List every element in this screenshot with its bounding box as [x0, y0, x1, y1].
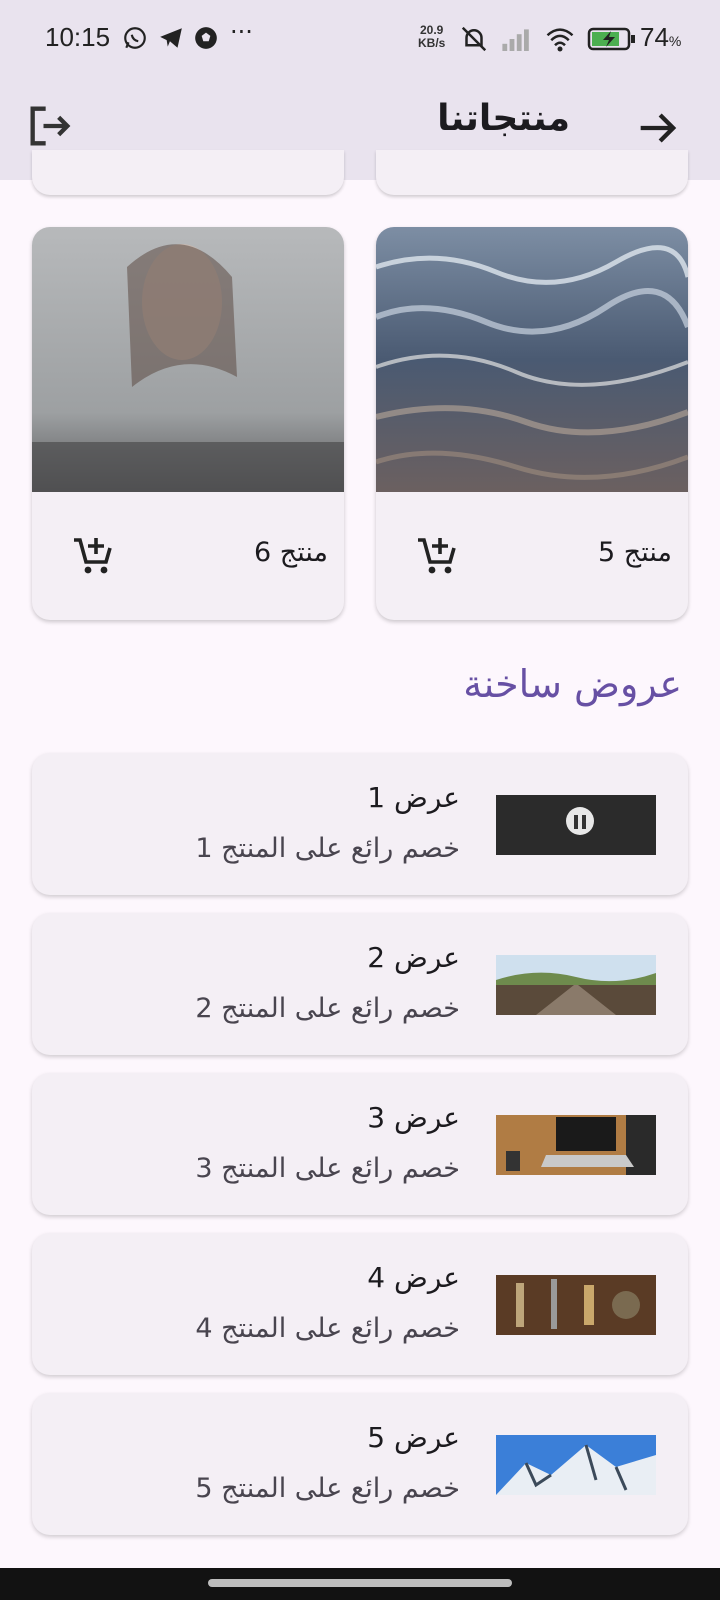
offer-subtitle: خصم رائع على المنتج 4: [195, 1313, 460, 1344]
offer-subtitle: خصم رائع على المنتج 2: [195, 993, 460, 1024]
page-title: منتجاتنا: [437, 98, 570, 139]
product-image: [376, 227, 688, 492]
product-card[interactable]: منتج 6: [32, 227, 344, 620]
offer-card[interactable]: عرض 1 خصم رائع على المنتج 1: [32, 753, 688, 895]
offer-card[interactable]: عرض 3 خصم رائع على المنتج 3: [32, 1073, 688, 1215]
offer-title: عرض 5: [367, 1421, 460, 1454]
muted-bell-icon: [461, 26, 487, 52]
home-gesture-handle[interactable]: [208, 1579, 512, 1587]
offer-image: [496, 1115, 656, 1175]
offer-title: عرض 1: [367, 781, 460, 814]
offer-subtitle: خصم رائع على المنتج 3: [195, 1153, 460, 1184]
status-time: 10:15: [45, 22, 111, 52]
offer-subtitle: خصم رائع على المنتج 5: [195, 1473, 460, 1504]
offer-image: [496, 1275, 656, 1335]
arrow-forward-icon[interactable]: [632, 102, 684, 154]
offer-card[interactable]: عرض 5 خصم رائع على المنتج 5: [32, 1393, 688, 1535]
product-name: منتج 5: [598, 537, 672, 568]
section-title: عروض ساخنة: [463, 662, 682, 706]
offer-image: [496, 795, 656, 855]
offer-title: عرض 2: [367, 941, 460, 974]
product-name: منتج 6: [254, 537, 328, 568]
add-to-cart-icon[interactable]: [414, 532, 462, 580]
product-card-partial[interactable]: [376, 150, 688, 195]
wifi-icon: [546, 28, 574, 52]
offer-subtitle: خصم رائع على المنتج 1: [195, 833, 460, 864]
offer-image: [496, 1435, 656, 1495]
offer-card[interactable]: عرض 4 خصم رائع على المنتج 4: [32, 1233, 688, 1375]
offer-card[interactable]: عرض 2 خصم رائع على المنتج 2: [32, 913, 688, 1055]
telegram-icon: [160, 28, 182, 48]
signal-icon: [502, 29, 529, 51]
battery-charging-icon: [587, 27, 635, 51]
more-notifications-icon: ···: [230, 18, 253, 46]
logout-icon[interactable]: [24, 100, 76, 152]
soccer-ball-icon: [195, 27, 217, 49]
battery-percent: 74%: [640, 22, 682, 52]
offer-title: عرض 4: [367, 1261, 460, 1294]
status-bar: 10:15 ··· 20.9 KB/s 74%: [0, 0, 720, 78]
product-card[interactable]: منتج 5: [376, 227, 688, 620]
product-image: [32, 227, 344, 492]
product-card-partial[interactable]: [32, 150, 344, 195]
whatsapp-icon: [124, 27, 146, 49]
system-nav-bar: [0, 1568, 720, 1600]
add-to-cart-icon[interactable]: [70, 532, 118, 580]
network-speed: 20.9 KB/s: [418, 23, 446, 50]
offer-image: [496, 955, 656, 1015]
offer-title: عرض 3: [367, 1101, 460, 1134]
